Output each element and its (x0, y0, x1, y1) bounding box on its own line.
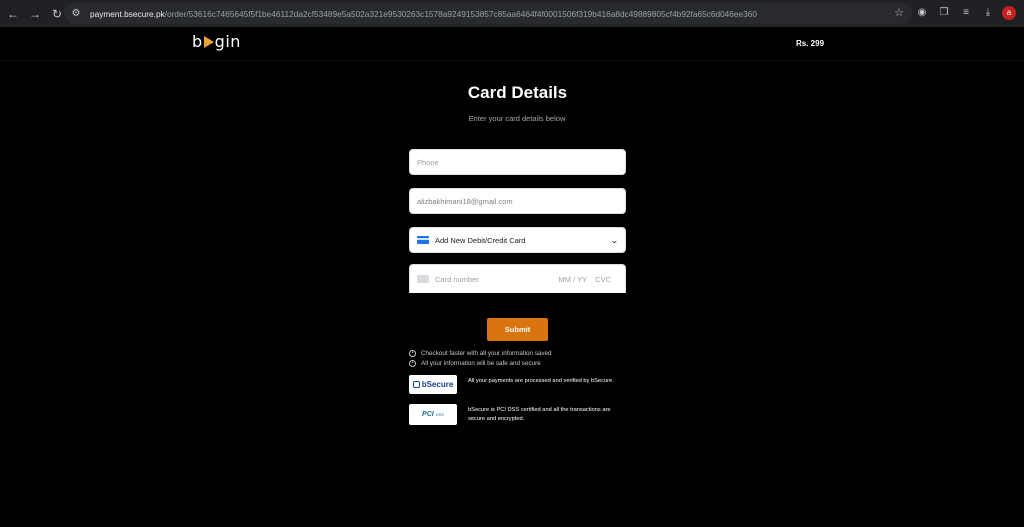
site-info-icon[interactable]: ⚙ (70, 8, 82, 20)
site-header: b gin Rs. 299 (0, 27, 1024, 61)
phone-input[interactable] (417, 157, 625, 167)
email-input[interactable] (417, 196, 625, 206)
submit-button[interactable]: Submit (487, 318, 548, 341)
card-select-content: Add New Debit/Credit Card (417, 236, 525, 245)
pci-badge-text: bSecure is PCI DSS certified and all the… (468, 407, 611, 422)
browser-toolbar: ← → ↻ ⚙ payment.bsecure.pk/order/53616c7… (0, 0, 1024, 27)
back-icon[interactable]: ← (4, 5, 22, 23)
phone-field[interactable] (409, 149, 626, 175)
credit-card-icon (417, 236, 429, 244)
play-logo-icon (203, 36, 214, 48)
chevron-down-icon[interactable]: ⌄ (610, 236, 619, 245)
pci-badge-sub: DSS (435, 412, 444, 417)
shield-extension-icon[interactable]: ◉ (914, 5, 930, 21)
extension-bar: ◉ ❒ ≡ ⤓ a (914, 5, 1016, 21)
download-icon[interactable]: ⤓ (980, 5, 996, 21)
card-select-dropdown[interactable]: Add New Debit/Credit Card ⌄ (409, 227, 626, 253)
card-number-input[interactable]: Card number (435, 275, 559, 284)
page-subtitle: Enter your card details below (468, 114, 566, 123)
forward-icon[interactable]: → (26, 5, 44, 23)
bsecure-badge-text: All your payments are processed and veri… (468, 378, 614, 384)
order-price: Rs. 299 (796, 39, 825, 48)
address-bar[interactable]: ⚙ payment.bsecure.pk/order/53616c7465645… (64, 3, 912, 24)
begin-logo[interactable]: b gin (192, 32, 241, 51)
cvc-input[interactable]: CVC (595, 275, 611, 284)
bookmark-star-icon[interactable]: ☆ (894, 6, 904, 19)
expiry-input[interactable]: MM / YY (559, 275, 588, 284)
info-line-saved: • Checkout faster with all your informat… (409, 350, 552, 357)
page-title: Card Details (467, 83, 568, 102)
info-text-secure: All your information will be safe and se… (421, 360, 541, 367)
url-text: payment.bsecure.pk/order/53616c7465645f5… (90, 8, 757, 19)
puzzle-extensions-icon[interactable]: ❒ (936, 5, 952, 21)
bsecure-badge: bSecure (409, 375, 457, 394)
profile-avatar[interactable]: a (1002, 6, 1016, 20)
email-field[interactable] (409, 188, 626, 214)
card-placeholder-icon (417, 275, 429, 283)
checkout-fast-icon: • (409, 350, 416, 357)
card-number-field[interactable]: Card number MM / YY CVC (409, 264, 626, 293)
pci-dss-badge: PCI DSS (409, 404, 457, 425)
bsecure-logo-icon (412, 381, 420, 388)
pci-badge-label: PCI (422, 411, 434, 418)
info-text-saved: Checkout faster with all your informatio… (421, 350, 552, 357)
card-select-label: Add New Debit/Credit Card (435, 235, 526, 245)
info-line-secure: • All your information will be safe and … (409, 360, 541, 367)
media-control-icon[interactable]: ≡ (958, 5, 974, 21)
bsecure-badge-label: bSecure (421, 380, 454, 389)
lock-clock-icon: • (409, 360, 416, 367)
